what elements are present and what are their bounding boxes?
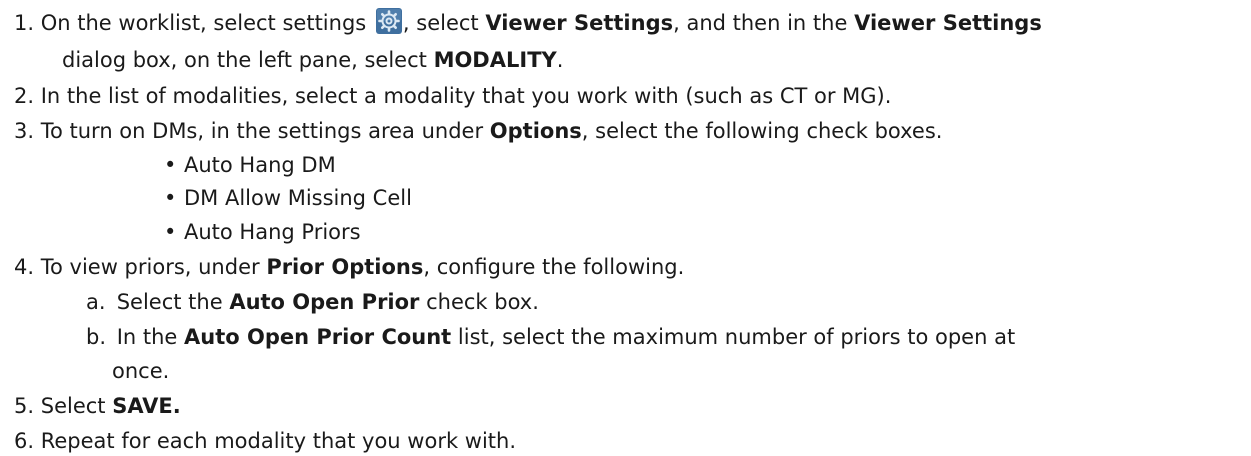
step-text: In the list of modalities, select a moda… [40,84,892,108]
ui-term-viewer-settings-dialog: Viewer Settings [854,11,1042,35]
ui-term-auto-open-prior: Auto Open Prior [229,290,420,314]
step-number: 2. [14,84,35,108]
bullet-icon: • [164,220,177,244]
step-text: , select the following check boxes. [581,119,943,143]
sub-step-letter: b. [86,325,107,349]
step-text: Select [40,394,106,418]
ui-term-prior-options: Prior Options [266,255,424,279]
step-text: Repeat for each modality that you work w… [40,429,517,453]
step-1-line-1: 1. On the worklist, select settings , se… [14,8,1042,38]
bullet-item: • DM Allow Missing Cell [164,183,412,213]
step-number: 5. [14,394,35,418]
sub-step-b: b. In the Auto Open Prior Count list, se… [86,322,1015,352]
step-text: On the worklist, select settings [40,11,367,35]
step-text: , and then in the [673,11,848,35]
bullet-text: Auto Hang DM [184,153,336,177]
step-5: 5. Select SAVE. [14,391,181,421]
sub-step-a: a. Select the Auto Open Prior check box. [86,287,539,317]
bullet-text: DM Allow Missing Cell [184,186,412,210]
ui-term-viewer-settings: Viewer Settings [485,11,674,35]
step-text: To turn on DMs, in the settings area und… [40,119,484,143]
sub-step-text: list, select the maximum number of prior… [457,325,1016,349]
sub-step-text: In the [116,325,178,349]
sub-step-text: Select the [116,290,223,314]
step-text: , select [402,11,479,35]
gear-settings-icon [375,8,402,34]
bullet-icon: • [164,186,177,210]
step-3: 3. To turn on DMs, in the settings area … [14,116,942,146]
step-text: dialog box, on the left pane, select [62,48,427,72]
bullet-item: • Auto Hang DM [164,150,336,180]
ui-term-save: SAVE. [112,394,181,418]
step-number: 3. [14,119,35,143]
sub-step-letter: a. [86,290,106,314]
step-2: 2. In the list of modalities, select a m… [14,81,891,111]
step-number: 6. [14,429,35,453]
step-6: 6. Repeat for each modality that you wor… [14,426,516,456]
instructions-document: 1. On the worklist, select settings , se… [0,0,1251,456]
step-4: 4. To view priors, under Prior Options, … [14,252,684,282]
step-number: 4. [14,255,35,279]
step-text: To view priors, under [40,255,260,279]
ui-term-modality: MODALITY [433,48,557,72]
step-1-line-2: dialog box, on the left pane, select MOD… [62,45,563,75]
bullet-text: Auto Hang Priors [184,220,361,244]
bullet-item: • Auto Hang Priors [164,217,361,247]
sub-step-text: check box. [426,290,539,314]
ui-term-auto-open-prior-count: Auto Open Prior Count [184,325,452,349]
step-number: 1. [14,11,35,35]
punctuation: . [556,48,564,72]
bullet-icon: • [164,153,177,177]
ui-term-options: Options [489,119,582,143]
step-text: , configure the following. [423,255,685,279]
sub-step-text: once. [112,359,170,383]
sub-step-b-continuation: once. [112,356,169,386]
